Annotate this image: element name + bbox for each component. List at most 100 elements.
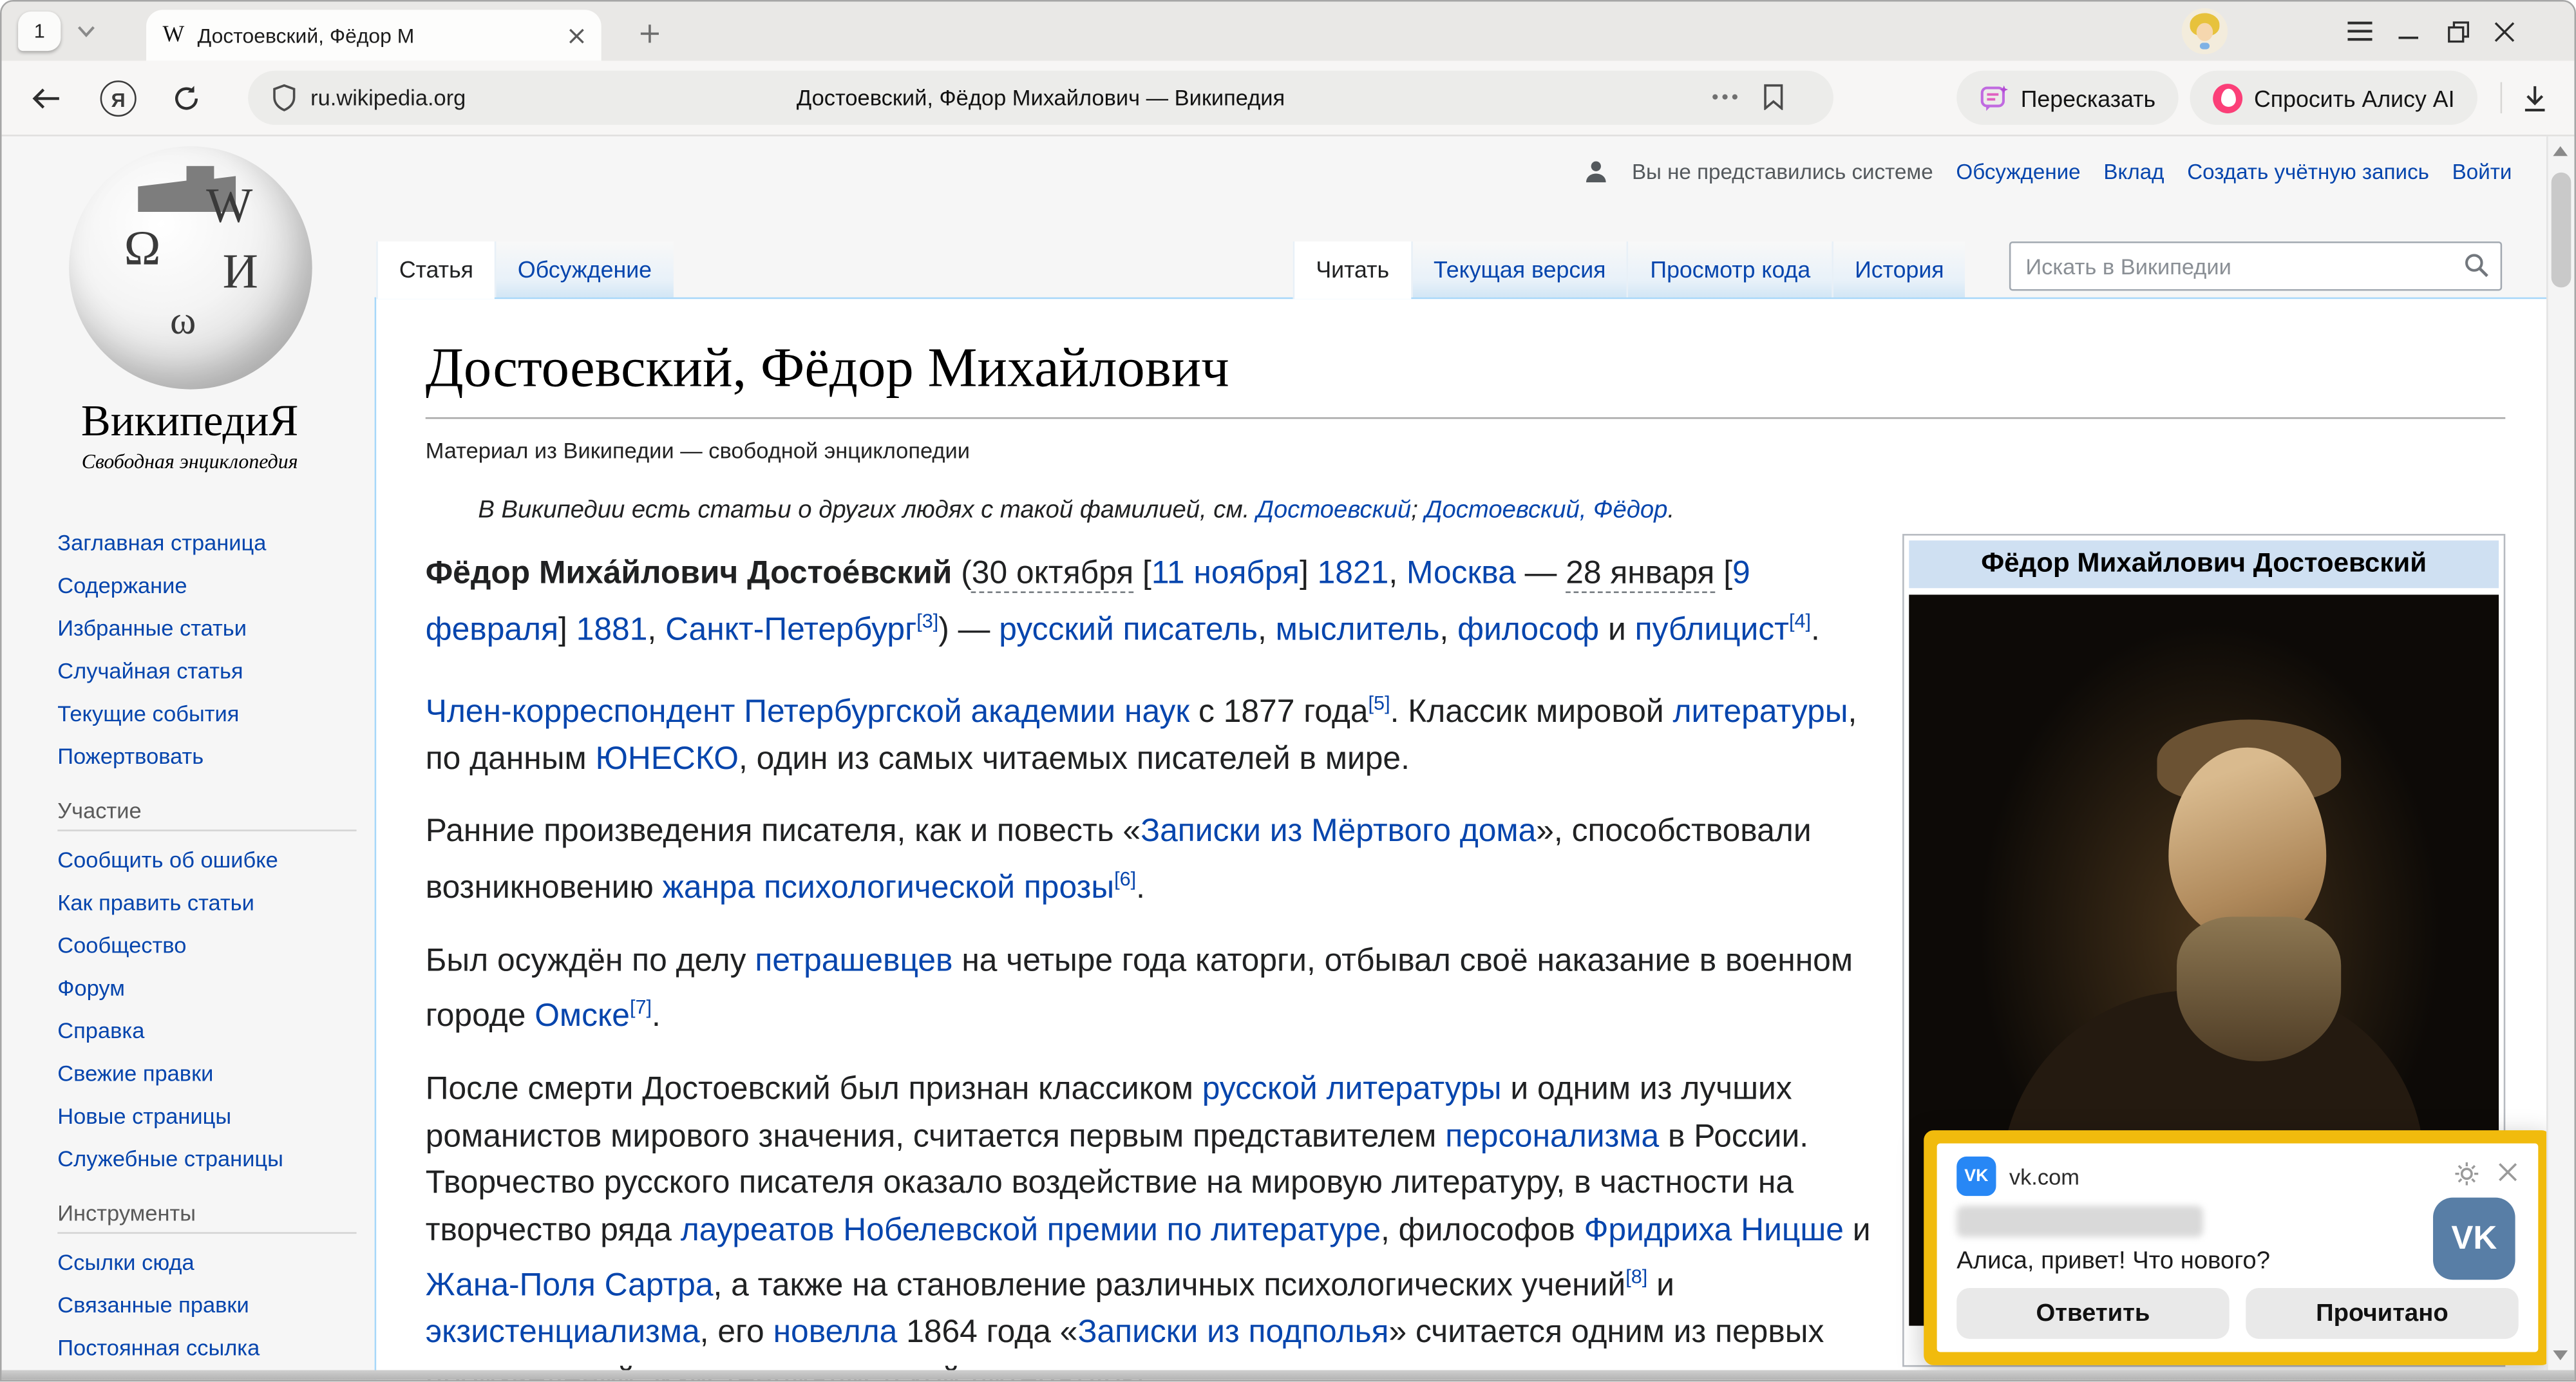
link[interactable]: Фридриха Ницше [1584, 1211, 1844, 1247]
new-tab-button[interactable] [632, 17, 665, 50]
text-segment: , а также на становление различных психо… [714, 1267, 1626, 1303]
sidebar-item-forum[interactable]: Форум [57, 976, 356, 1000]
close-window-button[interactable] [2486, 17, 2522, 46]
link[interactable]: [7] [630, 996, 652, 1019]
refresh-button[interactable] [173, 84, 200, 111]
gear-icon[interactable] [2454, 1162, 2479, 1186]
link[interactable]: ЮНЕСКО [596, 740, 739, 776]
tab-read[interactable]: Читать [1293, 241, 1411, 299]
link[interactable]: экзистенциализма [426, 1314, 700, 1350]
link[interactable]: 1881 [576, 611, 648, 647]
search-icon[interactable] [2465, 253, 2489, 278]
more-options-icon[interactable] [1712, 93, 1738, 100]
link[interactable]: жанра психологической прозы [663, 869, 1115, 905]
personal-link-contribs[interactable]: Вклад [2103, 159, 2164, 184]
wikipedia-logo[interactable]: Ω W И ω ВикипедиЯ Свободная энциклопедия [21, 146, 358, 475]
personal-link-talk[interactable]: Обсуждение [1956, 159, 2080, 184]
personal-link-login[interactable]: Войти [2452, 159, 2512, 184]
downloads-button[interactable] [2522, 84, 2548, 111]
link[interactable]: литературы [1672, 694, 1848, 730]
link[interactable]: лауреатов Нобелевской премии по литерату… [681, 1211, 1381, 1247]
personal-link-create-account[interactable]: Создать учётную запись [2187, 159, 2429, 184]
browser-tab[interactable]: W Достоевский, Фёдор М [146, 10, 601, 61]
scroll-down-icon[interactable] [2553, 1350, 2568, 1360]
yandex-services-button[interactable]: Я [100, 80, 137, 116]
tab-discussion[interactable]: Обсуждение [495, 241, 673, 298]
sidebar-item-random[interactable]: Случайная статья [57, 659, 356, 683]
link[interactable]: мыслитель [1276, 611, 1440, 647]
bookmark-icon[interactable] [1763, 84, 1784, 110]
link[interactable]: [4] [1789, 609, 1811, 632]
text-segment: , философов [1381, 1211, 1584, 1247]
link[interactable]: 11 ноября [1151, 555, 1300, 591]
minimize-button[interactable] [2391, 17, 2427, 46]
link[interactable]: философ [1457, 611, 1599, 647]
link[interactable]: Достоевский, Фёдор [1425, 496, 1668, 524]
sidebar-item-community[interactable]: Сообщество [57, 933, 356, 958]
retell-button[interactable]: Пересказать [1956, 71, 2179, 125]
sidebar-item-permanent-link[interactable]: Постоянная ссылка [57, 1336, 356, 1360]
minimize-icon [2398, 21, 2418, 41]
tab-close-icon[interactable] [569, 27, 585, 44]
sidebar-item-special-pages[interactable]: Служебные страницы [57, 1147, 356, 1171]
link[interactable]: Санкт-Петербург [665, 611, 916, 647]
notification-card[interactable]: VK vk.com Алиса, привет! Что нового? VK … [1937, 1143, 2539, 1352]
link[interactable]: персонализма [1445, 1118, 1659, 1154]
sidebar-item-current-events[interactable]: Текущие события [57, 701, 356, 726]
sidebar-item-related-changes[interactable]: Связанные правки [57, 1293, 356, 1318]
link[interactable]: Записки из подполья [1077, 1314, 1388, 1350]
sidebar-item-main-page[interactable]: Заглавная страница [57, 531, 356, 555]
link[interactable]: [5] [1368, 691, 1390, 714]
ask-alice-button[interactable]: Спросить Алису AI [2190, 71, 2477, 125]
link[interactable]: Омске [535, 998, 630, 1034]
chevron-down-icon[interactable] [77, 24, 95, 37]
text-segment: Фёдор Миха́йлович Достое́вский [426, 555, 952, 591]
alice-avatar[interactable] [2182, 8, 2228, 54]
hatnote: В Википедии есть статьи о других людях с… [478, 496, 2505, 524]
globe-glyph: И [223, 245, 258, 301]
sidebar-item-report-error[interactable]: Сообщить об ошибке [57, 847, 356, 872]
sidebar-item-what-links-here[interactable]: Ссылки сюда [57, 1250, 356, 1274]
tab-counter-button[interactable]: 1 [18, 12, 61, 51]
tab-view-source[interactable]: Просмотр кода [1627, 241, 1832, 298]
link[interactable]: Член-корреспондент Петербургской академи… [426, 694, 1189, 730]
link[interactable]: [8] [1625, 1265, 1647, 1288]
search-input[interactable] [2009, 241, 2502, 291]
browser-menu-button[interactable] [2341, 17, 2377, 46]
sidebar-item-featured[interactable]: Избранные статьи [57, 616, 356, 641]
sidebar-item-new-pages[interactable]: Новые страницы [57, 1104, 356, 1128]
scrollbar-thumb[interactable] [2552, 173, 2571, 288]
tab-current-version[interactable]: Текущая версия [1410, 241, 1627, 298]
tab-article[interactable]: Статья [376, 241, 495, 299]
link[interactable]: Достоевский [1256, 496, 1411, 524]
back-button[interactable] [31, 86, 61, 109]
retell-chat-icon [1980, 83, 2009, 113]
sidebar-item-recent-changes[interactable]: Свежие правки [57, 1061, 356, 1086]
link[interactable]: публицист [1635, 611, 1789, 647]
link[interactable]: русской литературы [1202, 1071, 1502, 1107]
reply-button[interactable]: Ответить [1956, 1288, 2229, 1339]
link[interactable]: Записки из Мёртвого дома [1141, 813, 1536, 849]
sidebar-item-how-to-edit[interactable]: Как править статьи [57, 891, 356, 915]
hamburger-icon [2347, 21, 2371, 41]
link[interactable]: петрашевцев [755, 942, 952, 978]
scrollbar[interactable] [2546, 137, 2574, 1370]
link[interactable]: русский писатель [999, 611, 1258, 647]
sidebar-item-help[interactable]: Справка [57, 1019, 356, 1043]
url-bar[interactable]: ru.wikipedia.org Достоевский, Фёдор Миха… [248, 71, 1833, 125]
restore-button[interactable] [2439, 17, 2476, 46]
link[interactable]: [3] [916, 609, 938, 632]
sidebar-item-donate[interactable]: Пожертвовать [57, 744, 356, 769]
link[interactable]: Москва [1406, 555, 1516, 591]
link[interactable]: 1821 [1318, 555, 1389, 591]
notification-close-icon[interactable] [2497, 1162, 2519, 1183]
tab-history[interactable]: История [1832, 241, 1965, 298]
sidebar-item-contents[interactable]: Содержание [57, 573, 356, 598]
scroll-up-icon[interactable] [2553, 146, 2568, 156]
yandex-icon: Я [100, 80, 137, 116]
mark-read-button[interactable]: Прочитано [2246, 1288, 2518, 1339]
link[interactable]: новелла [773, 1314, 898, 1350]
sender-name-blurred [1956, 1206, 2203, 1236]
link[interactable]: Жана-Поля Сартра [426, 1267, 714, 1303]
link[interactable]: [6] [1114, 867, 1136, 890]
